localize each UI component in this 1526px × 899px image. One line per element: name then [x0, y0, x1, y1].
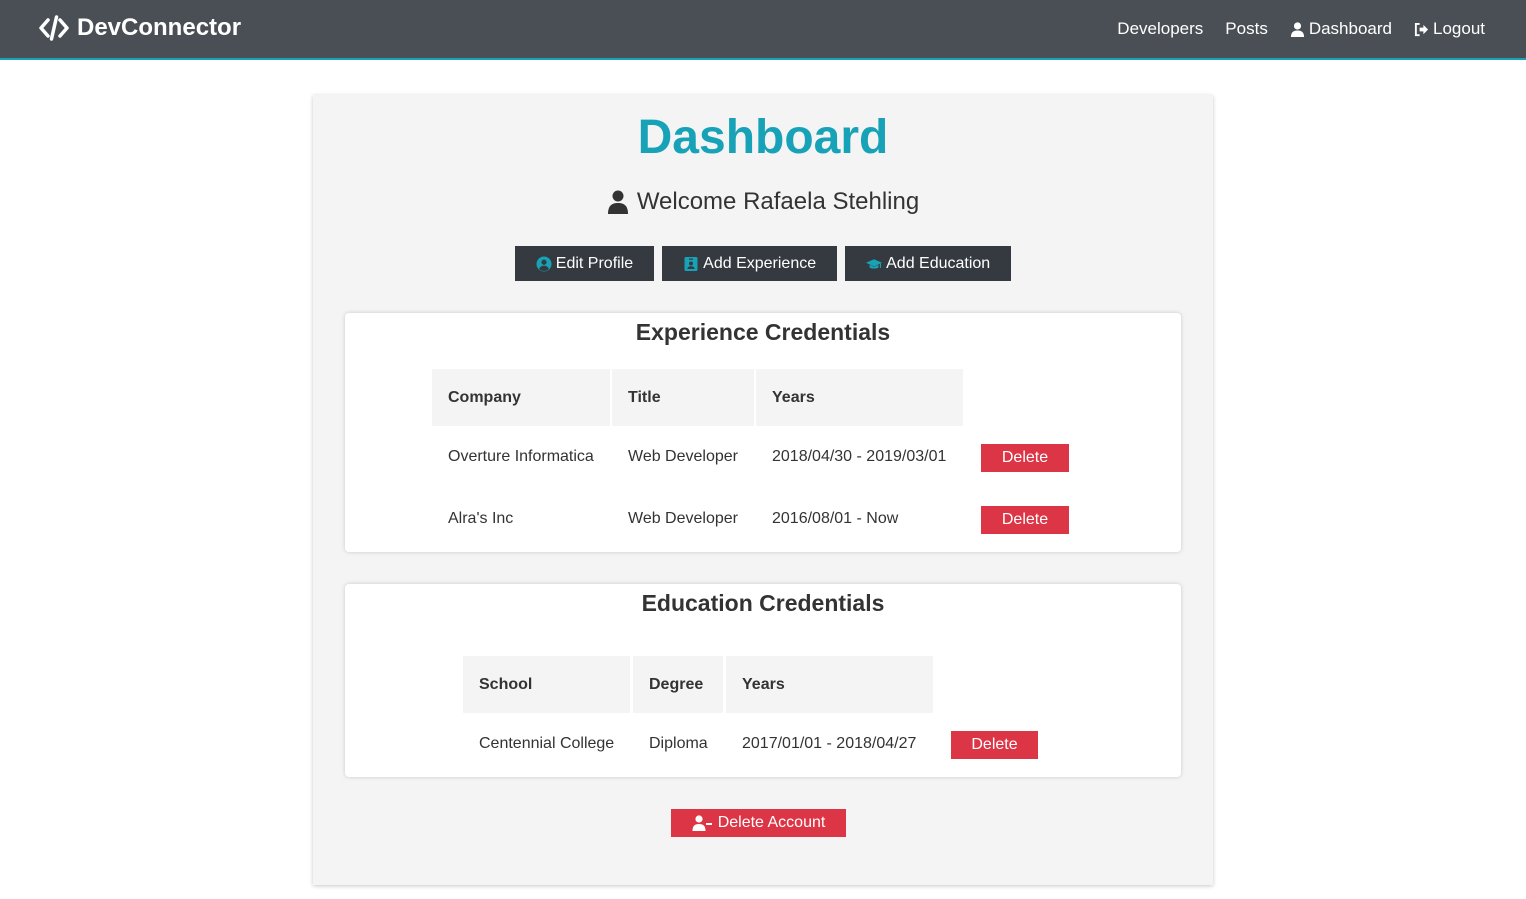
table-cell-years: 2018/04/30 - 2019/03/01 [772, 448, 947, 465]
table-cell-title: Web Developer [628, 448, 738, 465]
brand-name: DevConnector [77, 14, 242, 41]
add-education-button[interactable]: Add Education [845, 246, 1012, 281]
nav-link-label: Logout [1433, 19, 1485, 38]
table-cell-degree: Diploma [649, 735, 708, 752]
nav-link-logout[interactable]: Logout [1414, 19, 1485, 39]
nav-link-label: Dashboard [1308, 19, 1392, 38]
user-icon [1290, 21, 1304, 37]
user-circle-icon [536, 256, 552, 271]
table-header-school: School [463, 656, 630, 713]
user-minus-icon [692, 815, 712, 831]
table-cell-company: Overture Informatica [448, 448, 594, 465]
table-cell-years: 2016/08/01 - Now [772, 510, 899, 527]
nav-link-label: Developers [1117, 19, 1204, 38]
nav-link-label: Posts [1225, 19, 1268, 38]
table-header-title: Title [612, 369, 754, 426]
table-cell-company: Alra's Inc [448, 510, 514, 527]
nav-link-dashboard[interactable]: Dashboard [1290, 19, 1392, 39]
add-experience-label: Add Experience [703, 254, 817, 272]
user-icon [607, 190, 628, 214]
welcome-message: Welcome Rafaela Stehling [0, 188, 1526, 216]
code-icon [39, 15, 69, 41]
table-header-years: Years [726, 656, 933, 713]
experience-panel: Experience Credentials Company Title Yea… [345, 313, 1181, 552]
graduation-cap-icon [866, 258, 883, 268]
page-title: Dashboard [637, 111, 889, 164]
welcome-text: Welcome Rafaela Stehling [636, 188, 920, 215]
sign-out-icon [1414, 22, 1429, 36]
table-cell-school: Centennial College [479, 735, 615, 752]
delete-education-button[interactable]: Delete [951, 731, 1038, 759]
navbar: DevConnector Developers Posts Dashboard … [0, 0, 1526, 60]
dashboard-actions: Edit Profile Add Experience Add Educatio… [0, 246, 1526, 281]
table-cell-title: Web Developer [628, 510, 738, 527]
nav-link-developers[interactable]: Developers [1117, 19, 1203, 39]
table-header-company: Company [432, 369, 610, 426]
table-cell-years: 2017/01/01 - 2018/04/27 [742, 735, 917, 752]
table-header-years: Years [756, 369, 963, 426]
brand-link[interactable]: DevConnector [39, 14, 241, 42]
nav-links: Developers Posts Dashboard Logout [1117, 19, 1485, 39]
education-panel: Education Credentials School Degree Year… [345, 584, 1181, 777]
delete-experience-button[interactable]: Delete [981, 506, 1069, 534]
delete-experience-button[interactable]: Delete [981, 444, 1069, 472]
add-education-label: Add Education [886, 254, 991, 272]
delete-account-button[interactable]: Delete Account [671, 809, 846, 837]
id-badge-icon [684, 256, 698, 271]
nav-link-posts[interactable]: Posts [1225, 19, 1268, 39]
experience-title: Experience Credentials [635, 319, 891, 345]
delete-account-label: Delete Account [717, 814, 826, 831]
add-experience-button[interactable]: Add Experience [662, 246, 838, 281]
table-header-degree: Degree [633, 656, 723, 713]
edit-profile-button[interactable]: Edit Profile [514, 246, 655, 281]
education-title: Education Credentials [641, 590, 885, 616]
edit-profile-label: Edit Profile [555, 254, 634, 272]
